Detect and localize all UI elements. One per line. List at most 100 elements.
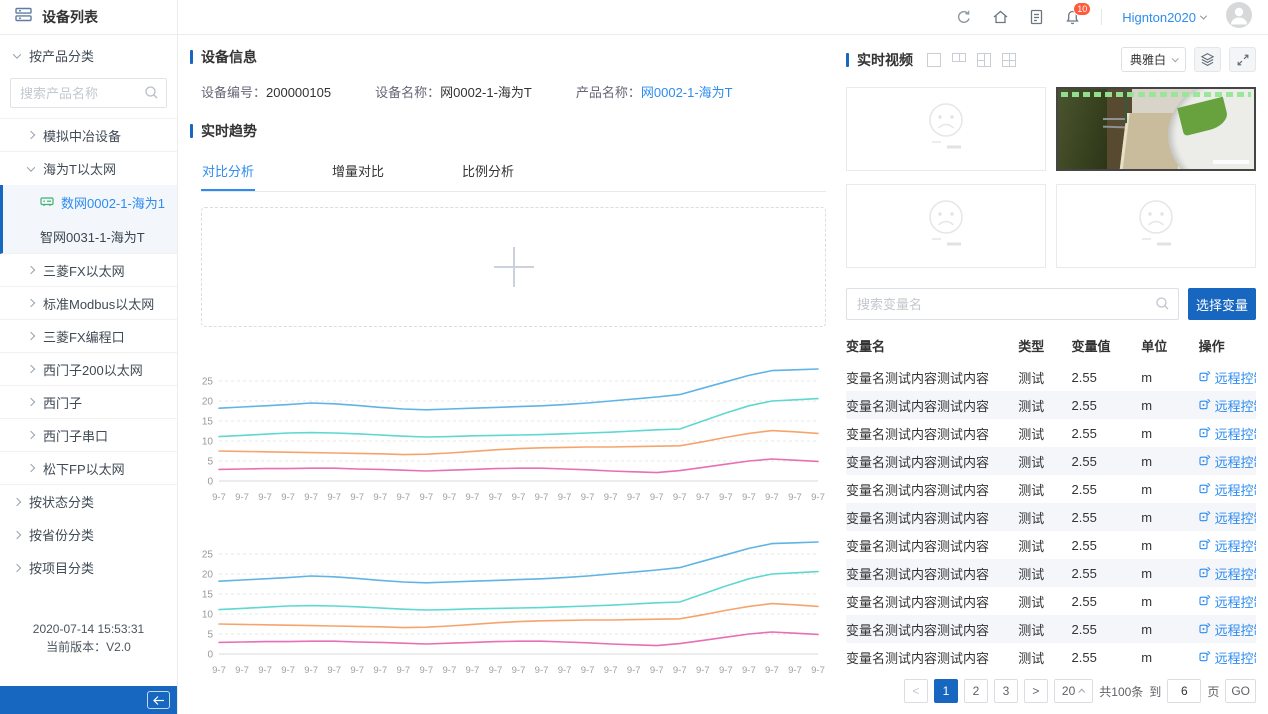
chevron-right-icon (27, 131, 35, 139)
remote-control-link[interactable]: 远程控制 (1199, 424, 1256, 443)
svg-text:9-7: 9-7 (811, 665, 825, 676)
sidebar-item-13[interactable]: 按省份分类 (0, 518, 177, 551)
pagination-page-unit: 页 (1207, 683, 1219, 700)
remote-control-link[interactable]: 远程控制 (1199, 564, 1256, 583)
pagination-page-1[interactable]: 1 (934, 679, 958, 703)
cell-action: 远程控制 (1199, 531, 1256, 559)
layout-four-grid-icon[interactable] (1002, 53, 1016, 67)
fullscreen-button[interactable] (1229, 47, 1256, 72)
product-name-link[interactable]: 网0002-1-海为T (641, 85, 733, 100)
device-info-section-title: 设备信息 (190, 47, 826, 67)
home-icon[interactable] (992, 9, 1009, 25)
sidebar-item-label: 西门子200以太网 (43, 360, 143, 379)
sidebar-item-0[interactable]: 按产品分类 (0, 39, 177, 72)
sidebar-footer-info: 2020-07-14 15:53:31 当前版本：V2.0 (0, 620, 177, 686)
device-info-field-1: 设备名称：网0002-1-海为T (375, 82, 532, 101)
cell-type: 测试 (1018, 643, 1071, 671)
device-label: 数网0002-1-海为1 (61, 193, 165, 212)
column-header: 单位 (1141, 328, 1198, 363)
table-row: 变量名测试内容测试内容测试2.55m远程控制 (846, 615, 1256, 643)
sidebar-title: 设备列表 (42, 7, 98, 27)
theme-select[interactable]: 典雅白 (1121, 47, 1186, 72)
sidebar-item-9[interactable]: 西门子 (0, 386, 177, 419)
remote-control-link[interactable]: 远程控制 (1199, 620, 1256, 639)
cell-value: 2.55 (1072, 615, 1142, 643)
video-section-title: 实时视频 (846, 50, 913, 70)
layout-single-icon[interactable] (927, 53, 941, 67)
remote-control-link[interactable]: 远程控制 (1199, 480, 1256, 499)
pagination-prev-button[interactable]: < (904, 679, 928, 703)
sidebar-item-6[interactable]: 标准Modbus以太网 (0, 287, 177, 320)
sidebar-item-label: 三菱FX以太网 (43, 261, 125, 280)
remote-control-link[interactable]: 远程控制 (1199, 396, 1256, 415)
cell-variable-name: 变量名测试内容测试内容 (846, 643, 1018, 671)
layers-button[interactable] (1194, 47, 1221, 72)
pagination-go-button[interactable]: GO (1225, 679, 1256, 703)
remote-control-icon (1199, 454, 1211, 469)
table-row: 变量名测试内容测试内容测试2.55m远程控制 (846, 643, 1256, 671)
pagination-next-button[interactable]: > (1024, 679, 1048, 703)
sidebar-device-item[interactable]: 智网0031-1-海为T (3, 219, 177, 253)
page-size-select[interactable]: 20 (1054, 679, 1093, 703)
sidebar-collapse-button[interactable] (147, 691, 170, 709)
remote-control-link[interactable]: 远程控制 (1199, 592, 1256, 611)
sidebar-item-7[interactable]: 三菱FX编程口 (0, 320, 177, 353)
cell-value: 2.55 (1072, 531, 1142, 559)
sidebar-item-label: 按产品分类 (29, 46, 94, 65)
remote-control-link[interactable]: 远程控制 (1199, 368, 1256, 387)
layout-two-split-icon[interactable] (952, 53, 966, 62)
select-variable-button[interactable]: 选择变量 (1188, 288, 1256, 320)
search-icon (144, 85, 159, 103)
sidebar-device-selected[interactable]: 数网0002-1-海为1 (3, 185, 177, 219)
sidebar-item-1[interactable]: 模拟中冶设备 (0, 119, 177, 152)
remote-control-link[interactable]: 远程控制 (1199, 536, 1256, 555)
svg-text:9-7: 9-7 (696, 492, 710, 503)
avatar[interactable] (1226, 2, 1252, 33)
variable-search-input[interactable] (846, 288, 1179, 320)
layout-three-split-icon[interactable] (977, 53, 991, 67)
add-variable-dropzone[interactable] (201, 207, 826, 327)
video-slot-3-empty[interactable] (846, 184, 1046, 268)
remote-control-link[interactable]: 远程控制 (1199, 452, 1256, 471)
remote-control-link[interactable]: 远程控制 (1199, 648, 1256, 667)
pagination-page-3[interactable]: 3 (994, 679, 1018, 703)
notification-bell-icon[interactable]: 10 (1064, 9, 1081, 26)
video-layout-switcher (927, 53, 1016, 67)
refresh-icon[interactable] (956, 9, 972, 25)
sidebar-item-2[interactable]: 海为T以太网 (0, 152, 177, 185)
cell-action: 远程控制 (1199, 503, 1256, 531)
pagination-page-2[interactable]: 2 (964, 679, 988, 703)
theme-selected-value: 典雅白 (1130, 51, 1166, 68)
field-label: 设备编号： (201, 85, 266, 100)
remote-control-icon (1199, 566, 1211, 581)
sidebar-item-10[interactable]: 西门子串口 (0, 419, 177, 452)
sidebar-item-14[interactable]: 按项目分类 (0, 551, 177, 584)
video-slot-2-camera-feed[interactable] (1056, 87, 1256, 171)
remote-control-link[interactable]: 远程控制 (1199, 508, 1256, 527)
series-cyan (219, 572, 818, 610)
cell-variable-name: 变量名测试内容测试内容 (846, 531, 1018, 559)
video-slot-1-empty[interactable] (846, 87, 1046, 171)
camera-frame (1058, 89, 1254, 169)
series-blue (219, 542, 818, 583)
tab-1[interactable]: 增量对比 (331, 151, 385, 191)
sidebar-item-11[interactable]: 松下FP以太网 (0, 452, 177, 485)
sidebar-item-12[interactable]: 按状态分类 (0, 485, 177, 518)
video-slot-4-empty[interactable] (1056, 184, 1256, 268)
pagination-goto-input[interactable] (1167, 679, 1201, 703)
document-icon[interactable] (1029, 9, 1044, 25)
variable-search (846, 288, 1179, 320)
svg-text:9-7: 9-7 (489, 492, 503, 503)
sidebar-item-8[interactable]: 西门子200以太网 (0, 353, 177, 386)
tab-0[interactable]: 对比分析 (201, 151, 255, 191)
current-version: 当前版本：V2.0 (0, 638, 177, 656)
field-label: 设备名称： (375, 85, 440, 100)
sidebar-item-5[interactable]: 三菱FX以太网 (0, 254, 177, 287)
svg-text:9-7: 9-7 (327, 492, 341, 503)
svg-text:15: 15 (202, 417, 214, 428)
user-menu[interactable]: Hignton2020 (1122, 10, 1206, 25)
svg-text:9-7: 9-7 (650, 665, 664, 676)
svg-text:9-7: 9-7 (650, 492, 664, 503)
tab-2[interactable]: 比例分析 (461, 151, 515, 191)
svg-text:9-7: 9-7 (604, 665, 618, 676)
